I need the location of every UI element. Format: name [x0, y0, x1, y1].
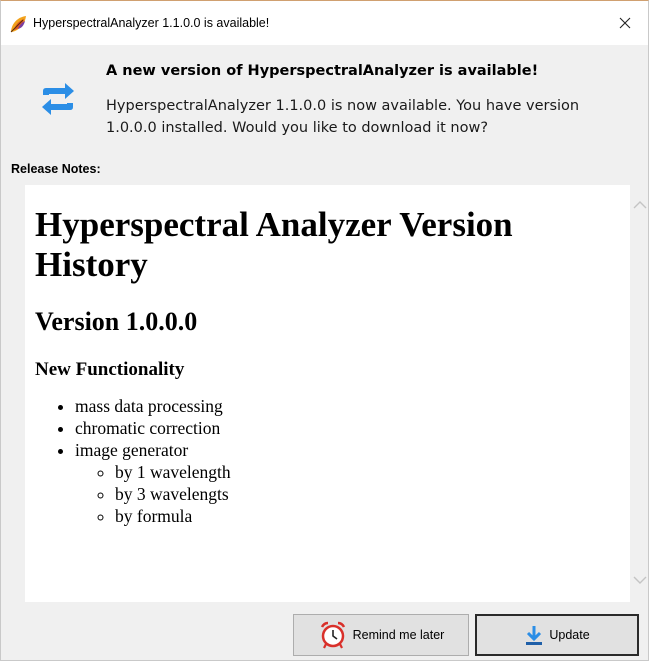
close-button[interactable] [602, 1, 648, 45]
update-description: HyperspectralAnalyzer 1.1.0.0 is now ava… [106, 98, 580, 136]
version-heading: Version 1.0.0.0 [35, 307, 198, 336]
title-bar: HyperspectralAnalyzer 1.1.0.0 is availab… [1, 1, 648, 45]
close-icon [619, 17, 631, 29]
scroll-down-chevron-icon[interactable] [631, 572, 649, 586]
sub-list-item: by formula [115, 505, 625, 527]
release-notes-title: Hyperspectral Analyzer Version History [35, 205, 513, 284]
update-button[interactable]: Update [475, 614, 639, 656]
release-notes-label: Release Notes: [11, 162, 101, 176]
list-item: mass data processing [75, 395, 625, 417]
list-item-label: image generator [75, 440, 189, 460]
update-heading: A new version of HyperspectralAnalyzer i… [106, 63, 539, 79]
update-dialog-window: HyperspectralAnalyzer 1.1.0.0 is availab… [0, 0, 649, 661]
remind-me-later-label: Remind me later [352, 628, 445, 642]
release-notes-content: Hyperspectral Analyzer Version History V… [25, 185, 625, 602]
list-item: chromatic correction [75, 417, 625, 439]
remind-me-later-button[interactable]: Remind me later [293, 614, 469, 656]
download-arrow-icon [524, 624, 544, 646]
list-item: image generator by 1 wavelength by 3 wav… [75, 439, 625, 527]
app-leaf-icon [9, 15, 29, 33]
sub-list-item: by 3 wavelengts [115, 483, 625, 505]
alarm-clock-icon [318, 620, 348, 650]
feature-list: mass data processing chromatic correctio… [25, 395, 625, 527]
window-title: HyperspectralAnalyzer 1.1.0.0 is availab… [33, 16, 270, 30]
sync-arrows-icon [39, 81, 77, 117]
update-label: Update [549, 628, 590, 642]
section-heading: New Functionality [35, 359, 185, 380]
sub-list-item: by 1 wavelength [115, 461, 625, 483]
release-notes-panel[interactable]: Hyperspectral Analyzer Version History V… [25, 185, 630, 602]
scroll-up-chevron-icon[interactable] [631, 197, 649, 211]
sub-feature-list: by 1 wavelength by 3 wavelengts by formu… [75, 461, 625, 527]
